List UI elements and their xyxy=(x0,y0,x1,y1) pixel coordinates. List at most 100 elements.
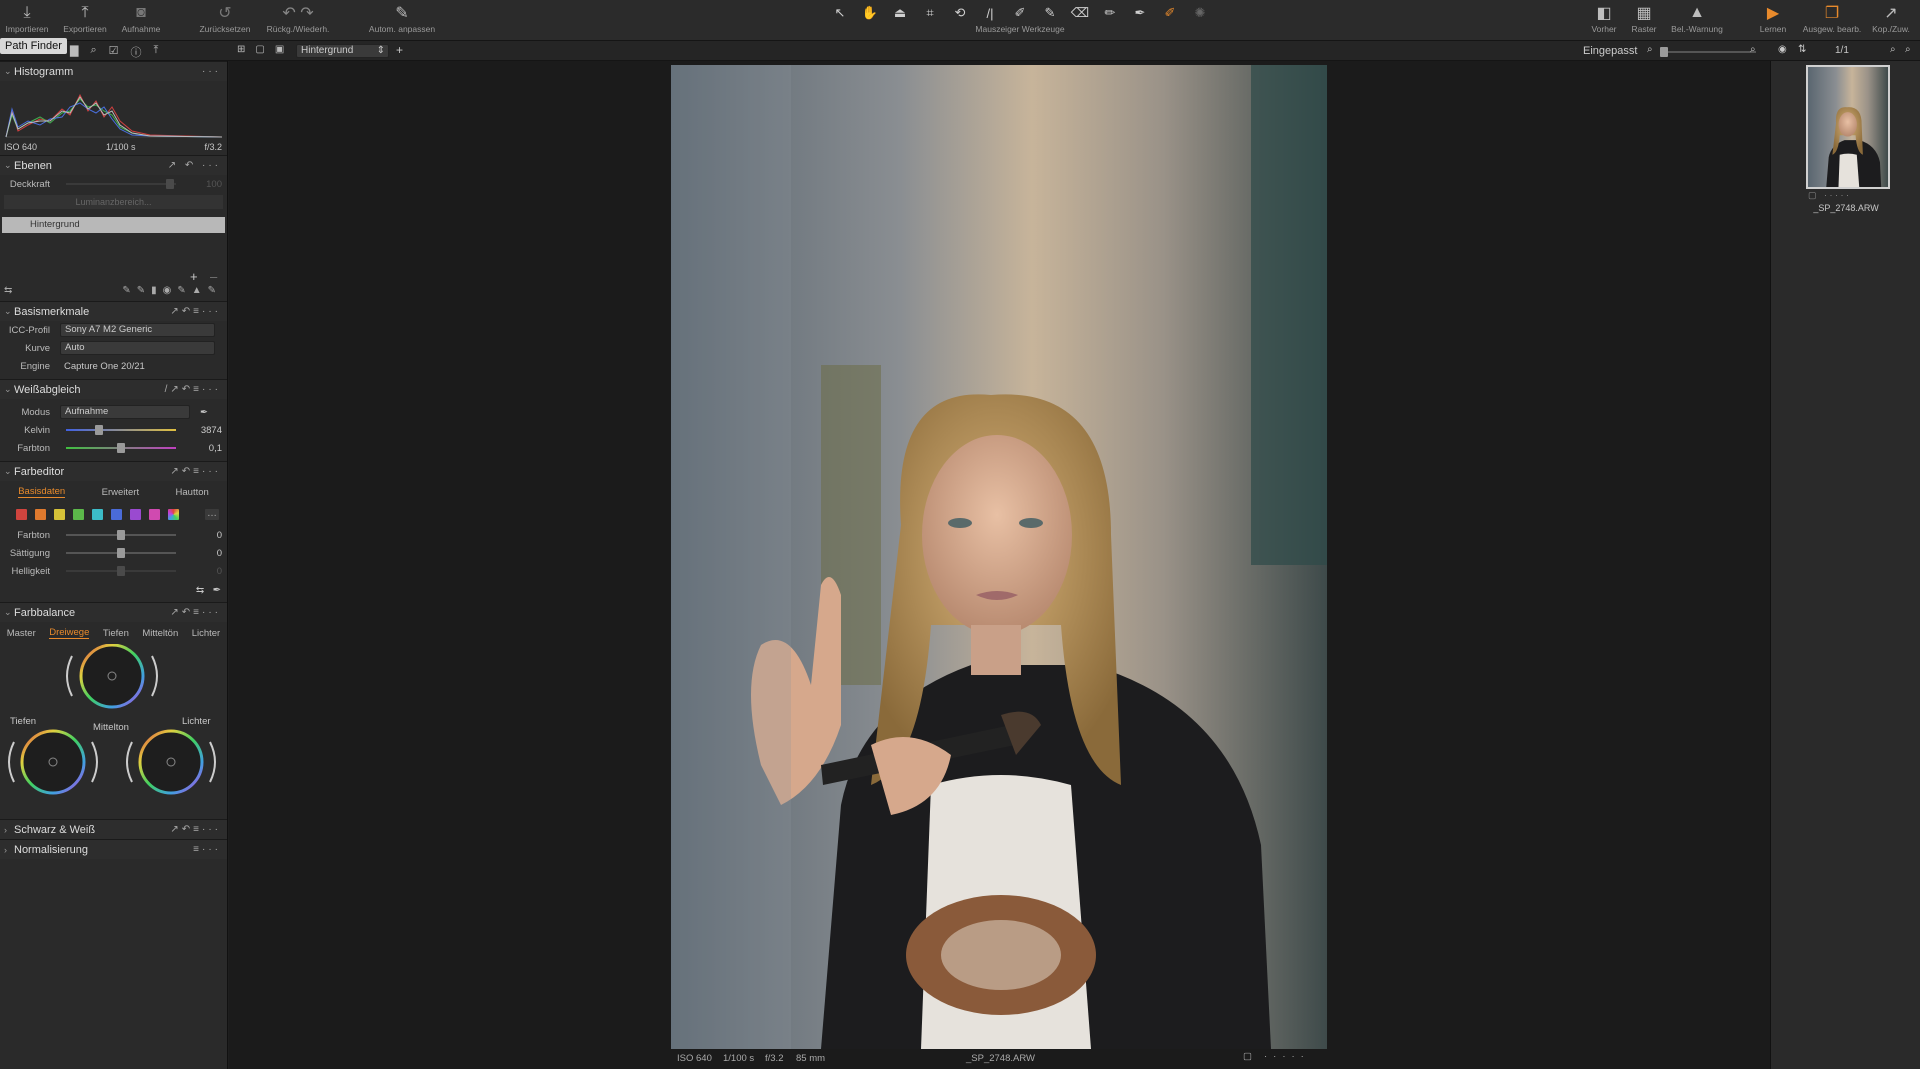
annotate-tool-icon[interactable]: ✐ xyxy=(1159,5,1181,21)
remove-layer-icon[interactable]: – xyxy=(210,269,217,284)
zoom-slider[interactable] xyxy=(1660,47,1756,57)
zoom-out-icon[interactable]: ⌕ xyxy=(1647,44,1653,55)
midtone-wheel[interactable] xyxy=(66,644,158,709)
color-balance-header[interactable]: ⌄ Farbbalance ↗↶≡··· xyxy=(0,602,227,622)
capture-button[interactable]: ◙ Aufnahme xyxy=(106,2,176,34)
exposure-warning-button[interactable]: ▲ Bel.-Warnung xyxy=(1662,2,1732,34)
white-balance-header[interactable]: ⌄ Weißabgleich/↗↶≡··· xyxy=(0,379,227,399)
tab-midtones[interactable]: Mitteltön xyxy=(142,628,178,639)
layer-item-background[interactable]: Hintergrund xyxy=(2,217,225,233)
browser-search-icon[interactable]: ⌕ xyxy=(1890,44,1896,55)
color-swatch[interactable] xyxy=(149,509,160,520)
eye-icon[interactable]: ◉ xyxy=(1778,44,1787,55)
straighten-tool-icon[interactable]: /| xyxy=(979,6,1001,21)
histogram-header[interactable]: ⌄ Histogramm ··· xyxy=(0,61,227,81)
section-actions-icon[interactable]: ↗↶≡··· xyxy=(170,306,227,317)
opacity-slider[interactable] xyxy=(66,179,176,189)
ce-sat-slider[interactable] xyxy=(66,548,176,558)
copy-apply-button[interactable]: ↗ Kop./Zuw. xyxy=(1856,2,1920,34)
layers-tab-icon[interactable]: ▇ xyxy=(70,44,78,60)
add-layer-icon[interactable]: + xyxy=(190,269,198,284)
eyedropper-icon[interactable]: ✒ xyxy=(200,407,208,418)
mask-tools-icon[interactable]: ✎✎▮◉✎▲✎ xyxy=(122,285,222,296)
zoom-slider-knob[interactable] xyxy=(1660,47,1668,57)
section-actions-icon[interactable]: /↗↶≡··· xyxy=(165,384,227,395)
grid-view-icon[interactable]: ⊞ xyxy=(237,44,245,55)
color-swatch[interactable] xyxy=(16,509,27,520)
undo-redo-button[interactable]: ↶ ↷ Rückg./Wiederh. xyxy=(263,2,333,34)
ce-bright-slider[interactable] xyxy=(66,566,176,576)
kelvin-slider[interactable] xyxy=(66,425,176,435)
output-tab-icon[interactable]: ⤒ xyxy=(154,44,159,60)
icc-profile-select[interactable]: Sony A7 M2 Generic xyxy=(60,323,215,337)
rotate-tool-icon[interactable]: ⟲ xyxy=(949,5,971,21)
info-tab-icon[interactable]: ⓘ xyxy=(131,44,142,60)
select-tool-icon[interactable]: ↖ xyxy=(829,5,851,21)
reset-button[interactable]: ↺ Zurücksetzen xyxy=(190,2,260,34)
opacity-knob[interactable] xyxy=(166,179,174,189)
layer-actions-icon[interactable]: ↗ ↶ ··· xyxy=(168,160,227,171)
ce-hue-knob[interactable] xyxy=(117,530,125,540)
luminance-range-button[interactable]: Luminanzbereich... xyxy=(4,195,223,209)
section-actions-icon[interactable]: ↗↶≡··· xyxy=(170,466,227,477)
bw-header[interactable]: › Schwarz & Weiß ↗↶≡··· xyxy=(0,819,227,839)
ce-hue-slider[interactable] xyxy=(66,530,176,540)
add-layer-icon[interactable]: + xyxy=(396,43,403,57)
sort-icon[interactable]: ⇅ xyxy=(1798,44,1806,55)
color-swatch[interactable] xyxy=(73,509,84,520)
rating-dots[interactable]: ····· xyxy=(1264,1051,1310,1062)
base-characteristics-header[interactable]: ⌄ Basismerkmale ↗↶≡··· xyxy=(0,301,227,321)
brush-tool-icon[interactable]: ✎ xyxy=(1039,5,1061,21)
color-swatch[interactable] xyxy=(111,509,122,520)
eraser-tool-icon[interactable]: ⌫ xyxy=(1069,5,1091,21)
normalization-header[interactable]: › Normalisierung ≡··· xyxy=(0,839,227,859)
thumbnail[interactable] xyxy=(1806,65,1890,189)
tint-slider[interactable] xyxy=(66,443,176,453)
zoom-in-icon[interactable]: ⌕ xyxy=(1750,44,1756,55)
keystone-tool-icon[interactable]: ⏏ xyxy=(889,5,911,21)
kelvin-knob[interactable] xyxy=(94,425,103,435)
pan-tool-icon[interactable]: ✋ xyxy=(859,5,881,21)
color-swatch[interactable] xyxy=(54,509,65,520)
swap-icon[interactable]: ⇆ xyxy=(4,285,12,296)
color-editor-header[interactable]: ⌄ Farbeditor ↗↶≡··· xyxy=(0,461,227,481)
wb-mode-select[interactable]: Aufnahme xyxy=(60,405,190,419)
gradient-tool-icon[interactable]: ✏ xyxy=(1099,5,1121,21)
compare-view-icon[interactable]: ▣ xyxy=(275,44,284,55)
thumb-rating[interactable]: ▢ · · · · · xyxy=(1808,190,1849,201)
single-view-icon[interactable]: ▢ xyxy=(255,44,264,55)
color-swatch[interactable] xyxy=(35,509,46,520)
browser-zoom-icon[interactable]: ⌕ xyxy=(1905,44,1911,55)
highlights-wheel[interactable] xyxy=(126,729,216,795)
layers-header[interactable]: ⌄ Ebenen ↗ ↶ ··· xyxy=(0,155,227,175)
check-tab-icon[interactable]: ☑ xyxy=(109,44,119,60)
picker-icon[interactable]: ✒ xyxy=(213,585,221,596)
tab-three-way[interactable]: Dreiwege xyxy=(49,627,90,639)
ce-sat-knob[interactable] xyxy=(117,548,125,558)
main-photo[interactable] xyxy=(671,65,1327,1049)
color-swatch[interactable] xyxy=(92,509,103,520)
tab-advanced[interactable]: Erweitert xyxy=(102,487,139,498)
tab-master[interactable]: Master xyxy=(7,628,36,639)
section-actions-icon[interactable]: ↗↶≡··· xyxy=(170,607,227,618)
ce-bright-knob[interactable] xyxy=(117,566,125,576)
tab-skin-tone[interactable]: Hautton xyxy=(176,487,209,498)
shadows-wheel[interactable] xyxy=(8,729,98,795)
more-colors-button[interactable]: … xyxy=(205,509,219,520)
curve-select[interactable]: Auto xyxy=(60,341,215,355)
crop-tool-icon[interactable]: ⌗ xyxy=(919,5,941,21)
all-colors-swatch[interactable] xyxy=(168,509,179,520)
more-icon[interactable]: ··· xyxy=(202,66,227,77)
picker-tool-icon[interactable]: ✐ xyxy=(1009,5,1031,21)
tab-highlights[interactable]: Lichter xyxy=(192,628,221,639)
auto-adjust-button[interactable]: ✎ Autom. anpassen xyxy=(367,2,437,34)
color-swatch[interactable] xyxy=(130,509,141,520)
section-actions-icon[interactable]: ≡··· xyxy=(193,844,227,855)
section-actions-icon[interactable]: ↗↶≡··· xyxy=(170,824,227,835)
search-tab-icon[interactable]: ⌕ xyxy=(90,44,96,60)
select-checkbox[interactable]: ▢ xyxy=(1243,1051,1252,1062)
swap-icon[interactable]: ⇆ xyxy=(196,585,204,596)
heal-tool-icon[interactable]: ✒ xyxy=(1129,5,1151,21)
tab-shadows[interactable]: Tiefen xyxy=(103,628,129,639)
tint-knob[interactable] xyxy=(117,443,125,453)
